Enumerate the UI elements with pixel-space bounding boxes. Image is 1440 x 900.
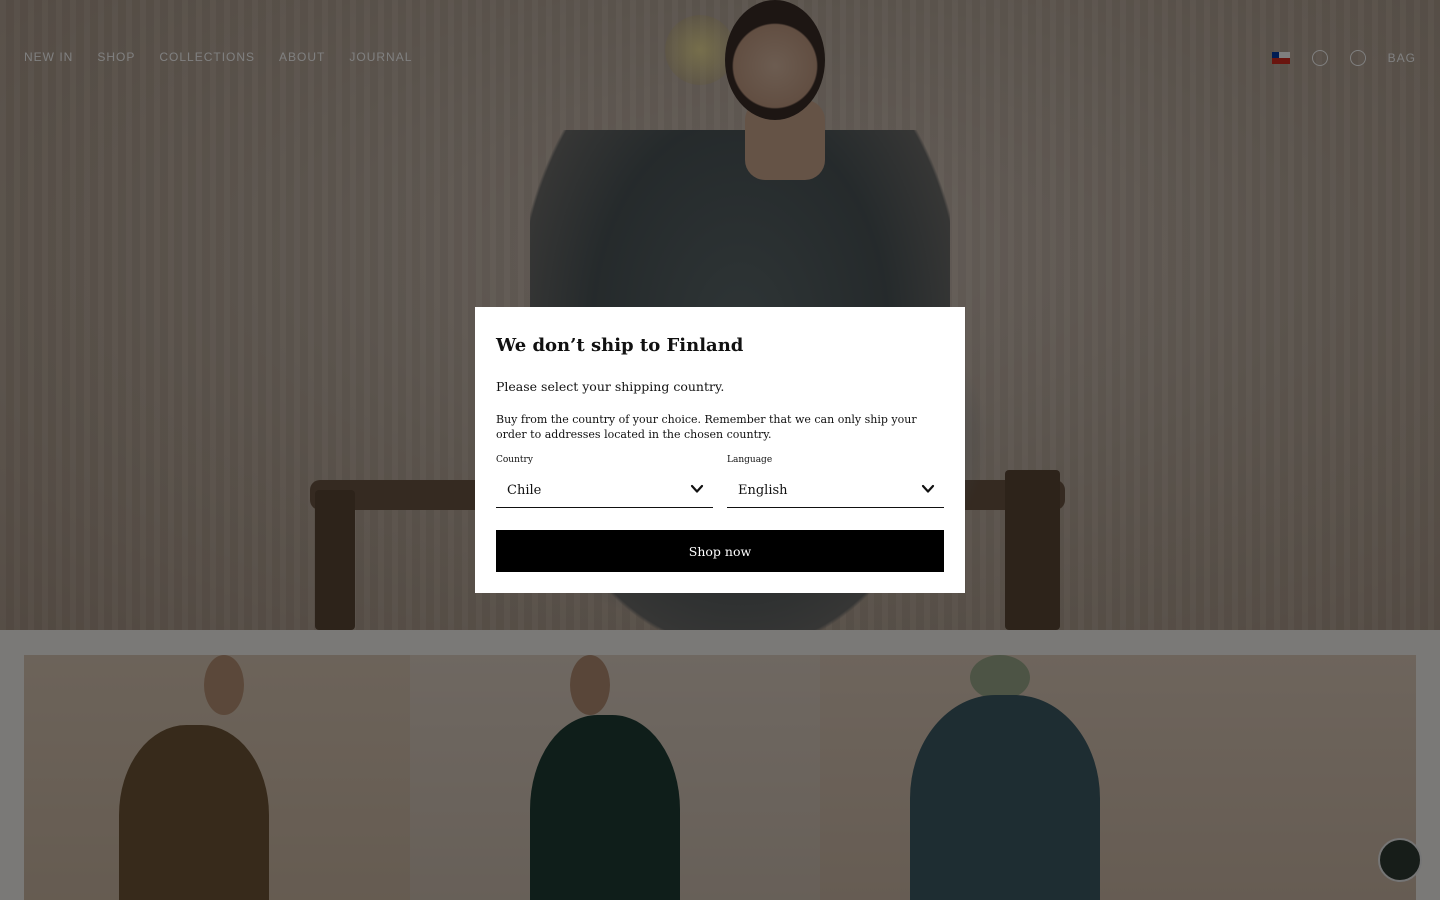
country-select[interactable]: Chile <box>496 472 713 508</box>
language-select-value: English <box>738 483 788 498</box>
language-select[interactable]: English <box>727 472 944 508</box>
modal-note: Buy from the country of your choice. Rem… <box>496 413 917 441</box>
modal-subtitle: Please select your shipping country. <box>496 379 725 394</box>
chevron-down-icon <box>921 484 935 493</box>
language-field: Language English <box>727 455 944 508</box>
shop-now-button[interactable]: Shop now <box>496 530 944 572</box>
modal-title: We don’t ship to Finland <box>496 335 744 356</box>
chevron-down-icon <box>690 484 704 493</box>
shipping-country-modal: We don’t ship to Finland Please select y… <box>475 307 965 593</box>
country-select-value: Chile <box>507 483 542 498</box>
country-field: Country Chile <box>496 455 713 508</box>
country-label: Country <box>496 455 533 465</box>
language-label: Language <box>727 455 773 465</box>
